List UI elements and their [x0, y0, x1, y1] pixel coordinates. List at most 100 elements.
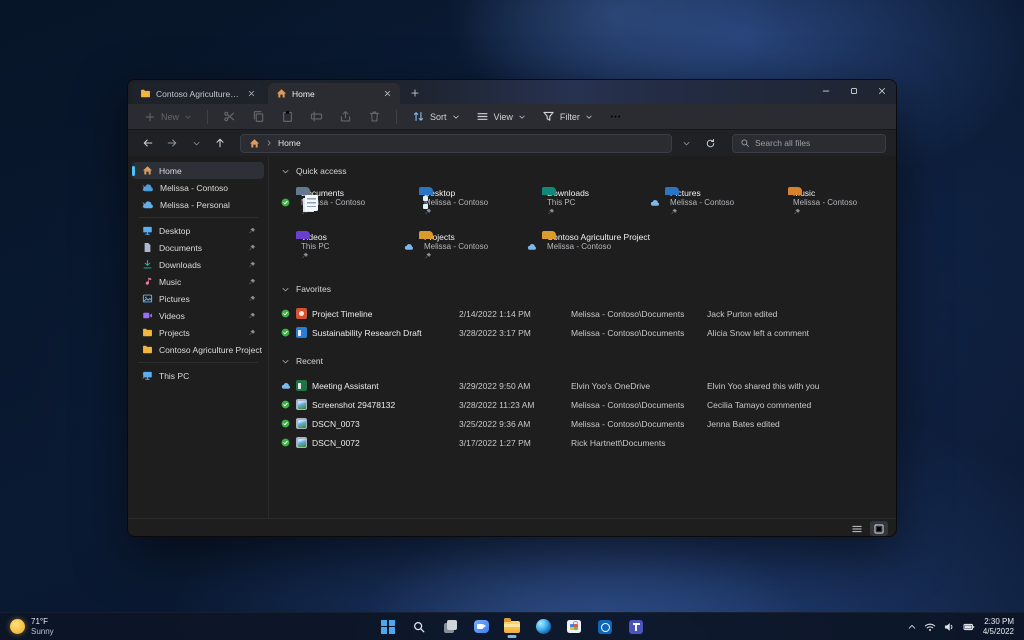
- refresh-button[interactable]: [700, 133, 720, 153]
- sidebar-item-melissa-personal[interactable]: Melissa - Personal: [132, 196, 264, 213]
- cut-button[interactable]: [217, 107, 242, 126]
- command-bar: New Sort View Filter: [128, 104, 896, 130]
- tile-music[interactable]: Music Melissa - Contoso: [773, 184, 896, 228]
- weather-widget[interactable]: 71°F Sunny: [0, 617, 54, 637]
- tile-pictures[interactable]: Pictures Melissa - Contoso: [650, 184, 773, 228]
- paste-button[interactable]: [275, 107, 300, 126]
- tile-location: Melissa - Contoso: [547, 242, 612, 251]
- sidebar-item-contoso-agriculture-project[interactable]: Contoso Agriculture Project: [132, 341, 264, 358]
- close-tab-icon[interactable]: [244, 87, 258, 101]
- paste-icon: [281, 110, 294, 123]
- file-row-screenshot-29478132[interactable]: Screenshot 29478132 3/28/2022 11:23 AM M…: [281, 395, 896, 414]
- address-dropdown-button[interactable]: [676, 133, 696, 153]
- new-button[interactable]: New: [138, 108, 198, 126]
- close-button[interactable]: [868, 80, 896, 102]
- microsoft-store-button[interactable]: [563, 615, 585, 639]
- sidebar-item-videos[interactable]: Videos: [132, 307, 264, 324]
- file-row-meeting-assistant[interactable]: Meeting Assistant 3/29/2022 9:50 AM Elvi…: [281, 376, 896, 395]
- sidebar-item-desktop[interactable]: Desktop: [132, 222, 264, 239]
- wifi-icon[interactable]: [924, 621, 936, 633]
- search-icon: [740, 138, 750, 148]
- pin-icon: [248, 278, 256, 286]
- outlook-button[interactable]: [594, 615, 616, 639]
- file-date: 3/28/2022 3:17 PM: [459, 327, 531, 338]
- sidebar-item-pictures[interactable]: Pictures: [132, 290, 264, 307]
- section-header-quick-access[interactable]: Quick access: [281, 162, 896, 180]
- pin-icon: [547, 208, 555, 216]
- file-row-dscn-0073[interactable]: DSCN_0073 3/25/2022 9:36 AM Melissa - Co…: [281, 414, 896, 433]
- volume-icon[interactable]: [943, 621, 955, 633]
- tile-contoso-agriculture-project[interactable]: Contoso Agriculture Project Melissa - Co…: [527, 228, 777, 272]
- chevron-right-icon[interactable]: [140, 184, 148, 192]
- view-button[interactable]: View: [470, 107, 532, 126]
- search-input[interactable]: [755, 138, 878, 148]
- sidebar-item-projects[interactable]: Projects: [132, 324, 264, 341]
- pin-icon: [248, 295, 256, 303]
- tab-contoso-agriculture-project[interactable]: Contoso Agriculture Project: [132, 83, 264, 104]
- synced-status-icon: [281, 328, 290, 337]
- large-icons-view-button[interactable]: [870, 521, 888, 536]
- hidden-icons-chevron-icon[interactable]: [907, 622, 917, 632]
- maximize-button[interactable]: [840, 80, 868, 102]
- start-button[interactable]: [377, 615, 399, 639]
- content-pane: Quick access Documents Melissa - Contoso: [268, 156, 896, 518]
- back-button[interactable]: [138, 133, 158, 153]
- windows-logo-icon: [381, 619, 395, 634]
- file-row-sustainability-research-draft[interactable]: Sustainability Research Draft 3/28/2022 …: [281, 323, 896, 342]
- tile-documents[interactable]: Documents Melissa - Contoso: [281, 184, 404, 228]
- file-explorer-button[interactable]: [501, 615, 523, 639]
- close-tab-icon[interactable]: [380, 87, 394, 101]
- share-button[interactable]: [333, 107, 358, 126]
- desktop: Contoso Agriculture Project Home New: [0, 0, 1024, 640]
- details-view-icon: [851, 523, 863, 535]
- task-view-button[interactable]: [439, 615, 461, 639]
- up-button[interactable]: [210, 133, 230, 153]
- section-header-favorites[interactable]: Favorites: [281, 280, 896, 298]
- minimize-button[interactable]: [812, 80, 840, 102]
- sidebar-item-this-pc[interactable]: This PC: [132, 367, 264, 384]
- filter-icon: [542, 110, 555, 123]
- tile-desktop[interactable]: Desktop Melissa - Contoso: [404, 184, 527, 228]
- search-button[interactable]: [408, 615, 430, 639]
- file-row-project-timeline[interactable]: Project Timeline 2/14/2022 1:14 PM Melis…: [281, 304, 896, 323]
- search-box[interactable]: [732, 133, 886, 153]
- sidebar-item-music[interactable]: Music: [132, 273, 264, 290]
- delete-button[interactable]: [362, 107, 387, 126]
- sidebar-item-melissa-contoso[interactable]: Melissa - Contoso: [132, 179, 264, 196]
- file-row-dscn-0072[interactable]: DSCN_0072 3/17/2022 1:27 PM Rick Hartnet…: [281, 433, 896, 452]
- recent-locations-button[interactable]: [186, 133, 206, 153]
- clock[interactable]: 2:30 PM 4/5/2022: [983, 617, 1014, 637]
- chevron-down-icon[interactable]: [281, 167, 290, 176]
- forward-button[interactable]: [162, 133, 182, 153]
- edge-button[interactable]: [532, 615, 554, 639]
- tile-projects[interactable]: Projects Melissa - Contoso: [404, 228, 527, 272]
- sort-button[interactable]: Sort: [406, 107, 466, 126]
- details-view-button[interactable]: [848, 521, 866, 536]
- view-icon: [476, 110, 489, 123]
- new-label: New: [161, 111, 180, 122]
- title-bar[interactable]: Contoso Agriculture Project Home: [128, 80, 896, 104]
- taskbar-app-icons: [377, 613, 647, 640]
- chevron-down-icon[interactable]: [281, 357, 290, 366]
- rename-button[interactable]: [304, 107, 329, 126]
- chat-button[interactable]: [470, 615, 492, 639]
- sidebar-item-home[interactable]: Home: [132, 162, 264, 179]
- section-title: Favorites: [296, 284, 331, 294]
- chevron-right-icon[interactable]: [140, 201, 148, 209]
- sidebar-item-documents[interactable]: Documents: [132, 239, 264, 256]
- section-header-recent[interactable]: Recent: [281, 352, 896, 370]
- filter-button[interactable]: Filter: [536, 107, 599, 126]
- battery-icon[interactable]: [962, 621, 976, 633]
- new-tab-button[interactable]: [406, 84, 424, 102]
- tile-videos[interactable]: Videos This PC: [281, 228, 404, 272]
- chevron-down-icon[interactable]: [281, 285, 290, 294]
- tile-downloads[interactable]: Downloads This PC: [527, 184, 650, 228]
- breadcrumb[interactable]: Home: [240, 133, 672, 153]
- more-options-button[interactable]: [603, 107, 628, 126]
- chevron-right-icon[interactable]: [140, 372, 148, 380]
- tab-home[interactable]: Home: [268, 83, 400, 104]
- copy-button[interactable]: [246, 107, 271, 126]
- breadcrumb-root[interactable]: Home: [278, 138, 301, 148]
- sidebar-item-downloads[interactable]: Downloads: [132, 256, 264, 273]
- teams-button[interactable]: [625, 615, 647, 639]
